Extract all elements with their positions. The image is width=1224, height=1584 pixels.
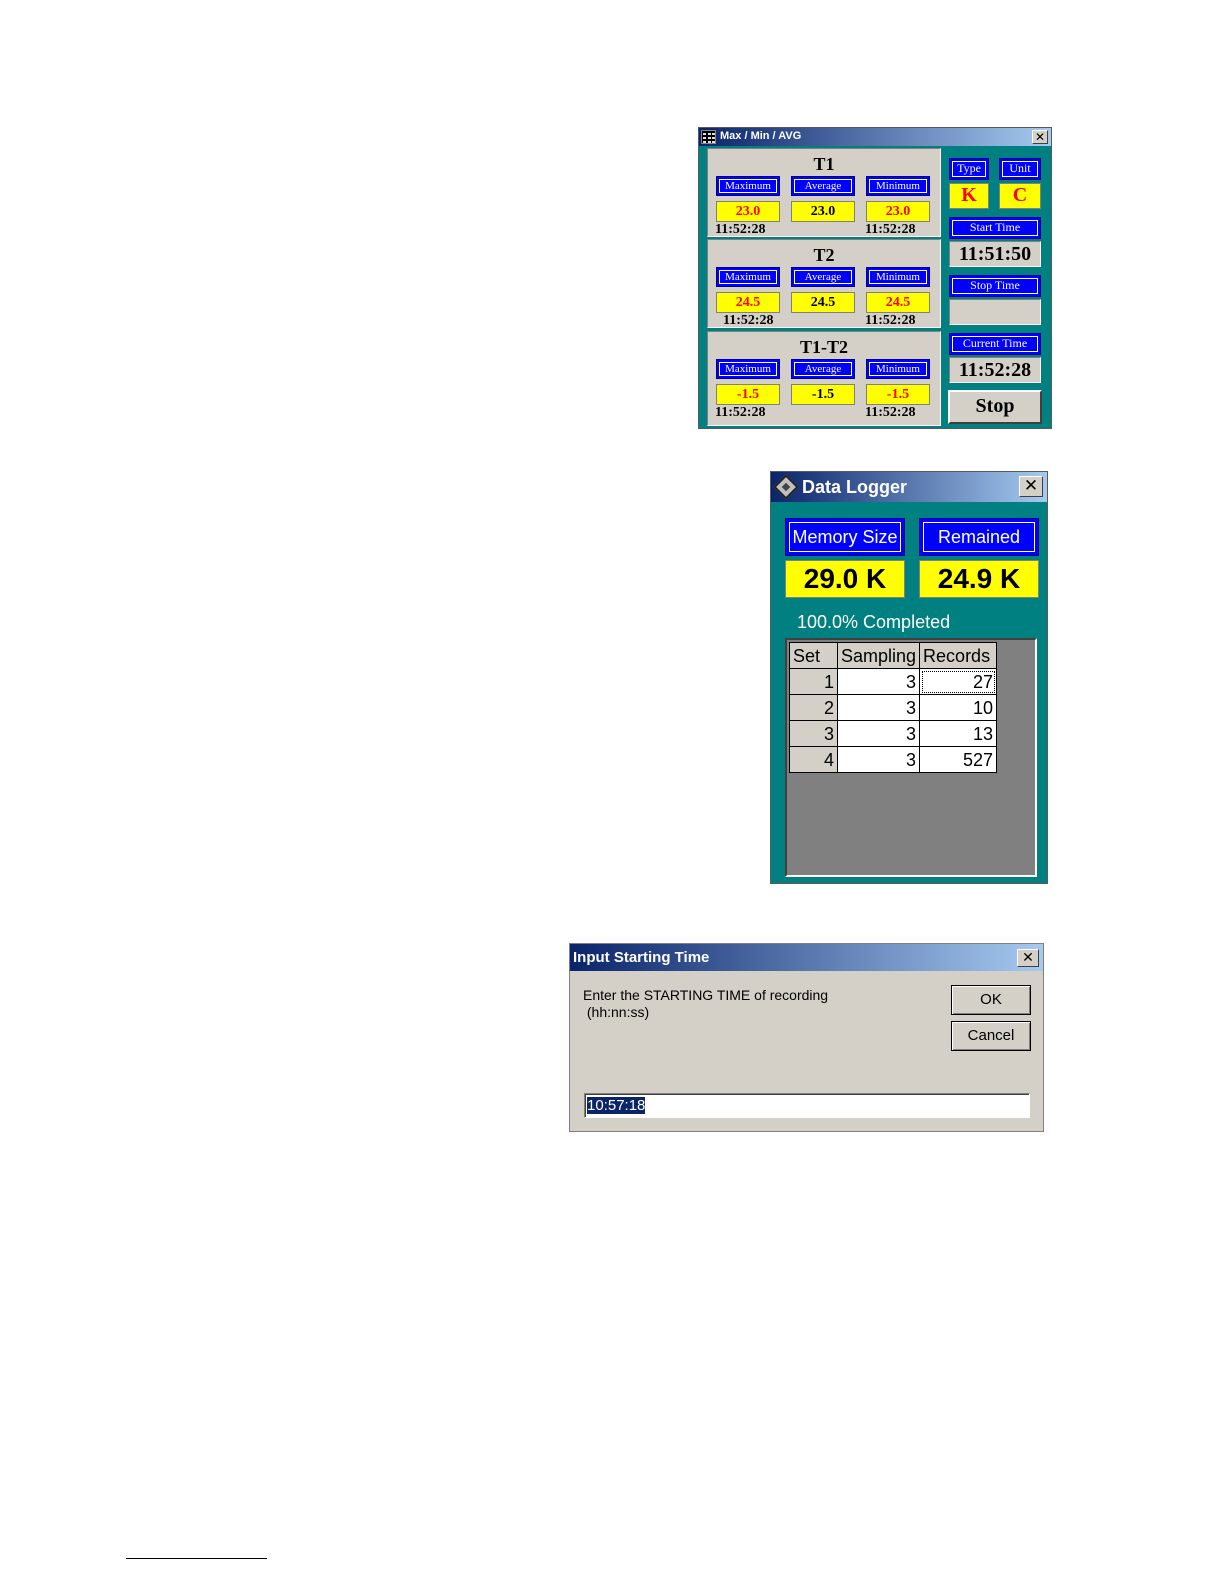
- row-header[interactable]: 2: [789, 694, 838, 721]
- records-cell[interactable]: 13: [919, 720, 998, 747]
- cancel-button[interactable]: Cancel: [951, 1021, 1031, 1051]
- current-time-label: Current Time: [949, 333, 1041, 355]
- window-title: Data Logger: [802, 477, 908, 497]
- dialog-titlebar[interactable]: Input Starting Time ✕: [570, 944, 1043, 971]
- data-logger-window: Data Logger ✕ Memory Size Remained 29.0 …: [770, 471, 1048, 884]
- group-title: T2: [813, 245, 835, 265]
- records-cell[interactable]: 27: [919, 668, 998, 695]
- sampling-cell[interactable]: 3: [836, 720, 921, 747]
- records-cell[interactable]: 10: [919, 694, 998, 721]
- t1-t2-average-value: -1.5: [791, 384, 855, 405]
- prompt-format-hint: (hh:nn:ss): [583, 1004, 650, 1020]
- group-title: T1-T2: [799, 337, 848, 357]
- average-label: Average: [791, 267, 855, 287]
- minimum-label: Minimum: [866, 359, 930, 379]
- group-title: T1: [813, 154, 835, 174]
- remained-label: Remained: [919, 518, 1039, 556]
- row-header[interactable]: 3: [789, 720, 838, 747]
- t1-t2-group: T1-T2 Maximum Average Minimum -1.5 -1.5 …: [707, 331, 941, 426]
- stop-button[interactable]: Stop: [948, 390, 1042, 424]
- max-min-app-icon: [701, 130, 716, 144]
- t1-max-time: 11:52:28: [715, 222, 766, 237]
- status-panel: Type Unit K C Start Time 11:51:50 Stop T…: [943, 148, 1047, 426]
- close-icon[interactable]: ✕: [1019, 476, 1043, 497]
- t2-min-time: 11:52:28: [865, 313, 916, 328]
- window-title: Max / Min / AVG: [720, 130, 802, 142]
- maximum-label: Maximum: [716, 359, 780, 379]
- progress-text: 100.0% Completed: [797, 612, 951, 632]
- max-min-avg-window: Max / Min / AVG ✕ T1 Maximum Average Min…: [698, 127, 1052, 429]
- data-logger-app-icon: [773, 474, 799, 500]
- input-starting-time-dialog: Input Starting Time ✕ Enter the STARTING…: [569, 943, 1044, 1132]
- close-icon[interactable]: ✕: [1017, 949, 1039, 967]
- unit-value: C: [999, 183, 1041, 209]
- table-header-row: Set Sampling Records: [789, 642, 998, 669]
- sampling-cell[interactable]: 3: [836, 746, 921, 773]
- dialog-title: Input Starting Time: [573, 949, 710, 966]
- table-row[interactable]: 3 3 13: [789, 720, 998, 747]
- type-value: K: [949, 183, 989, 209]
- t2-maximum-value: 24.5: [716, 292, 780, 313]
- t1-t2-max-time: 11:52:28: [715, 405, 766, 420]
- t1-group: T1 Maximum Average Minimum 23.0 23.0 23.…: [707, 148, 941, 237]
- ok-button[interactable]: OK: [951, 985, 1031, 1015]
- t1-average-value: 23.0: [791, 201, 855, 222]
- table-row[interactable]: 2 3 10: [789, 694, 998, 721]
- sampling-cell[interactable]: 3: [836, 694, 921, 721]
- footnote-divider: [126, 1558, 267, 1559]
- records-cell[interactable]: 527: [919, 746, 998, 773]
- memory-size-value: 29.0 K: [785, 560, 905, 598]
- average-label: Average: [791, 176, 855, 196]
- t1-t2-maximum-value: -1.5: [716, 384, 780, 405]
- remained-value: 24.9 K: [919, 560, 1039, 598]
- data-logger-titlebar[interactable]: Data Logger ✕: [771, 472, 1047, 502]
- maximum-label: Maximum: [716, 176, 780, 196]
- close-icon[interactable]: ✕: [1032, 130, 1048, 144]
- t1-minimum-value: 23.0: [866, 201, 930, 222]
- column-header-sampling[interactable]: Sampling: [836, 642, 921, 669]
- t2-max-time: 11:52:28: [723, 313, 774, 328]
- row-header[interactable]: 4: [789, 746, 838, 773]
- average-label: Average: [791, 359, 855, 379]
- starting-time-input[interactable]: 10:57:18: [584, 1093, 1030, 1118]
- dialog-prompt: Enter the STARTING TIME of recording (hh…: [583, 987, 828, 1021]
- sampling-cell[interactable]: 3: [836, 668, 921, 695]
- t2-minimum-value: 24.5: [866, 292, 930, 313]
- t1-maximum-value: 23.0: [716, 201, 780, 222]
- t1-t2-min-time: 11:52:28: [865, 405, 916, 420]
- table-row[interactable]: 1 3 27: [789, 668, 998, 695]
- records-table: Set Sampling Records 1 3 27 2 3 10 3 3 1…: [789, 642, 998, 773]
- start-time-label: Start Time: [949, 217, 1041, 239]
- type-label: Type: [949, 158, 989, 180]
- stop-time-value: [949, 299, 1041, 325]
- current-time-value: 11:52:28: [949, 357, 1041, 383]
- row-header[interactable]: 1: [789, 668, 838, 695]
- t2-group: T2 Maximum Average Minimum 24.5 24.5 24.…: [707, 239, 941, 328]
- table-row[interactable]: 4 3 527: [789, 746, 998, 773]
- unit-label: Unit: [999, 158, 1041, 180]
- t1-min-time: 11:52:28: [865, 222, 916, 237]
- memory-size-label: Memory Size: [785, 518, 905, 556]
- stop-time-label: Stop Time: [949, 275, 1041, 297]
- start-time-value: 11:51:50: [949, 241, 1041, 267]
- column-header-records[interactable]: Records: [919, 642, 998, 669]
- max-min-avg-titlebar[interactable]: Max / Min / AVG ✕: [699, 128, 1051, 146]
- t2-average-value: 24.5: [791, 292, 855, 313]
- minimum-label: Minimum: [866, 176, 930, 196]
- records-grid[interactable]: Set Sampling Records 1 3 27 2 3 10 3 3 1…: [785, 638, 1037, 877]
- prompt-line: Enter the STARTING TIME of recording: [583, 987, 829, 1003]
- column-header-set[interactable]: Set: [789, 642, 838, 669]
- maximum-label: Maximum: [716, 267, 780, 287]
- selected-input-text: 10:57:18: [587, 1097, 646, 1114]
- minimum-label: Minimum: [866, 267, 930, 287]
- t1-t2-minimum-value: -1.5: [866, 384, 930, 405]
